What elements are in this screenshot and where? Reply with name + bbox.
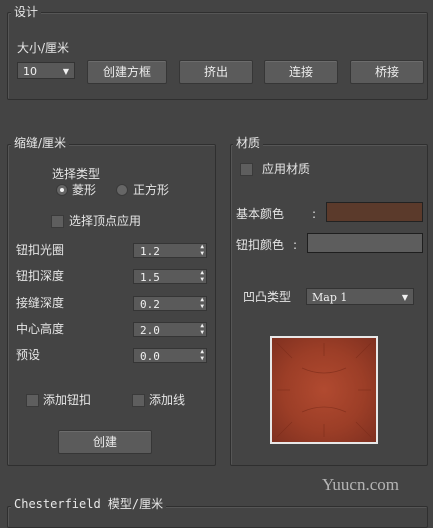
seam-group-title: 缩缝/厘米	[11, 136, 70, 150]
design-group	[7, 12, 428, 100]
spinner-arrows-icon[interactable]: ▲ ▼	[200, 296, 204, 310]
seam-depth-value: 0.2	[140, 298, 160, 311]
button-radius-value: 1.2	[140, 245, 160, 258]
seam-depth-spinner[interactable]: 0.2 ▲ ▼	[133, 296, 207, 311]
chevron-down-icon: ▼	[62, 67, 69, 76]
connect-button[interactable]: 连接	[264, 60, 338, 84]
button-color-colon: :	[293, 238, 298, 252]
button-depth-value: 1.5	[140, 271, 160, 284]
extrude-button[interactable]: 挤出	[179, 60, 253, 84]
add-line-checkbox[interactable]	[132, 394, 145, 407]
radio-diamond[interactable]	[56, 184, 68, 196]
center-height-value: 2.0	[140, 324, 160, 337]
leather-texture-icon	[276, 342, 372, 438]
button-color-swatch[interactable]	[307, 233, 423, 253]
radio-square-label: 正方形	[133, 183, 170, 197]
radio-square[interactable]	[116, 184, 128, 196]
field-label-button-depth: 钮扣深度	[16, 269, 65, 283]
field-label-button-radius: 钮扣光圈	[16, 243, 65, 257]
add-line-label: 添加线	[149, 393, 186, 407]
material-preview	[270, 336, 378, 444]
button-color-label: 钮扣颜色	[236, 238, 285, 252]
size-label: 大小/厘米	[17, 41, 70, 55]
spinner-arrows-icon[interactable]: ▲ ▼	[200, 322, 204, 336]
bump-type-label: 凹凸类型	[243, 290, 292, 304]
preset-spinner[interactable]: 0.0 ▲ ▼	[133, 348, 207, 363]
base-color-colon: :	[312, 207, 317, 221]
size-dropdown-value: 10	[23, 65, 37, 78]
bridge-button[interactable]: 桥接	[350, 60, 424, 84]
button-radius-spinner[interactable]: 1.2 ▲ ▼	[133, 243, 207, 258]
material-group-title: 材质	[233, 136, 264, 150]
bump-type-dropdown[interactable]: Map 1 ▼	[306, 288, 414, 305]
vertex-apply-checkbox[interactable]	[51, 215, 64, 228]
bump-type-value: Map 1	[312, 291, 348, 304]
spinner-arrows-icon[interactable]: ▲ ▼	[200, 348, 204, 362]
chesterfield-group-title: Chesterfield 模型/厘米	[11, 497, 167, 511]
select-type-label: 选择类型	[52, 167, 101, 181]
apply-material-checkbox[interactable]	[240, 163, 253, 176]
chevron-down-icon: ▼	[401, 293, 408, 302]
base-color-swatch[interactable]	[326, 202, 423, 222]
vertex-apply-label: 选择顶点应用	[69, 214, 142, 228]
base-color-label: 基本颜色	[236, 207, 285, 221]
field-label-seam-depth: 接缝深度	[16, 296, 65, 310]
field-label-preset: 预设	[16, 348, 41, 362]
spinner-arrows-icon[interactable]: ▲ ▼	[200, 243, 204, 257]
preset-value: 0.0	[140, 350, 160, 363]
button-depth-spinner[interactable]: 1.5 ▲ ▼	[133, 269, 207, 284]
radio-diamond-label: 菱形	[72, 183, 97, 197]
create-button[interactable]: 创建	[58, 430, 152, 454]
field-label-center-height: 中心高度	[16, 322, 65, 336]
apply-material-label: 应用材质	[262, 162, 311, 176]
watermark-text: Yuucn.com	[322, 475, 399, 494]
spinner-arrows-icon[interactable]: ▲ ▼	[200, 269, 204, 283]
create-box-button[interactable]: 创建方框	[87, 60, 167, 84]
add-button-checkbox[interactable]	[26, 394, 39, 407]
add-button-label: 添加钮扣	[43, 393, 92, 407]
size-dropdown[interactable]: 10 ▼	[17, 62, 75, 79]
design-group-title: 设计	[11, 5, 42, 19]
center-height-spinner[interactable]: 2.0 ▲ ▼	[133, 322, 207, 337]
